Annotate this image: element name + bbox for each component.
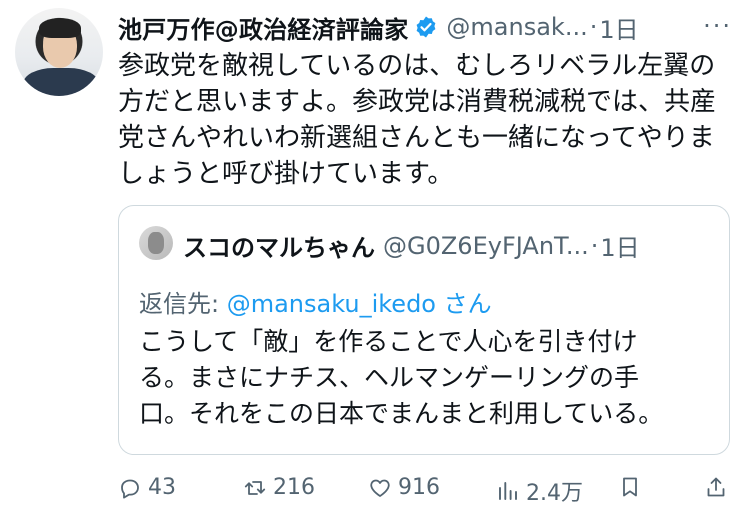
bookmark-icon — [623, 477, 637, 497]
reply-to-suffix: さん — [436, 290, 492, 318]
repost-icon — [244, 480, 266, 495]
time-separator: · — [589, 13, 598, 41]
quote-header: スコのマルちゃん @G0Z6EyFJAnT... · 1日 — [183, 228, 640, 263]
repost-button[interactable]: 216 — [243, 475, 315, 500]
quote-author-name: スコのマルちゃん — [183, 234, 375, 262]
author-handle[interactable]: @mansak... — [446, 13, 587, 41]
bookmark-button[interactable] — [618, 475, 642, 499]
like-count: 916 — [398, 475, 440, 500]
quote-text: こうして「敵」を作ることで人心を引き付け る。まさにナチス、ヘルマンゲーリングの… — [139, 327, 664, 428]
tweet-time[interactable]: 1日 — [599, 10, 638, 45]
author-name[interactable]: 池戸万作@政治経済評論家 — [118, 10, 408, 45]
action-bar: 43 216 916 2.4万 — [118, 475, 728, 507]
verified-badge-icon — [417, 16, 436, 38]
reply-icon — [121, 479, 139, 498]
views-button[interactable]: 2.4万 — [496, 475, 583, 507]
reply-button[interactable]: 43 — [118, 475, 176, 500]
like-button[interactable]: 916 — [368, 475, 440, 500]
reply-to-prefix: 返信先: — [139, 290, 227, 318]
share-button[interactable] — [704, 475, 728, 499]
repost-count: 216 — [273, 475, 315, 500]
quote-author-handle: @G0Z6EyFJAnT... — [383, 231, 589, 260]
heart-icon — [370, 479, 390, 497]
share-icon — [707, 477, 725, 497]
views-chart-icon — [499, 482, 517, 500]
reply-count: 43 — [148, 475, 176, 500]
reply-to-line: 返信先: @mansaku_ikedo さん — [139, 284, 492, 319]
avatar-body — [23, 68, 99, 96]
quote-time: 1日 — [600, 234, 640, 262]
reply-to-link[interactable]: @mansaku_ikedo — [227, 290, 436, 318]
tweet-text: 参政党を敵視しているのは、むしろリベラル左翼の 方だと思いますよ。参政党は消費税… — [118, 51, 717, 189]
avatar-hair — [39, 18, 81, 38]
quote-author-avatar[interactable] — [139, 226, 173, 260]
views-count: 2.4万 — [526, 481, 583, 506]
quote-time-separator: · — [590, 231, 599, 260]
quoted-tweet[interactable]: スコのマルちゃん @G0Z6EyFJAnT... · 1日 返信先: @mans… — [118, 205, 730, 455]
tweet-header: 池戸万作@政治経済評論家 @mansak... · 1日 — [118, 10, 639, 44]
more-options-icon[interactable]: ··· — [703, 12, 732, 40]
author-avatar[interactable] — [15, 8, 103, 96]
